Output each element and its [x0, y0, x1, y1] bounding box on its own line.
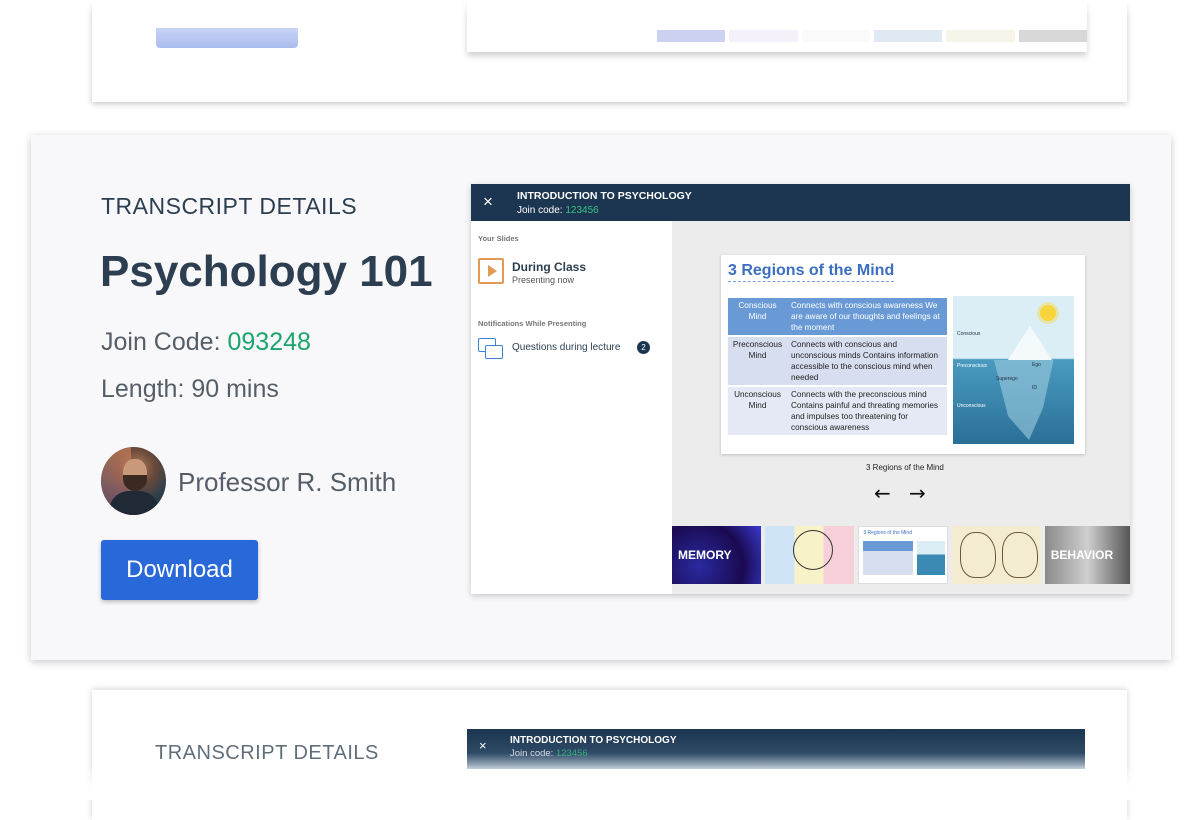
current-slide-title[interactable]: During Class: [512, 260, 586, 274]
section-label: TRANSCRIPT DETAILS: [155, 742, 379, 764]
sun-icon: [1040, 305, 1056, 321]
table-row: Conscious Mind Connects with conscious a…: [728, 298, 947, 335]
iceberg-label: Preconscious: [957, 363, 988, 369]
slide-caption: 3 Regions of the Mind: [866, 463, 944, 472]
presenter-sidebar: Your Slides During Class Presenting now …: [471, 221, 672, 594]
region-cell: Conscious Mind: [728, 298, 787, 335]
regions-table: Conscious Mind Connects with conscious a…: [728, 296, 947, 437]
presentation-title: INTRODUCTION TO PSYCHOLOGY: [517, 190, 692, 202]
iceberg-label: Superego: [996, 376, 1018, 382]
join-code-label: Join Code:: [101, 328, 221, 356]
presenter-join-value: 123456: [565, 205, 599, 216]
chat-bubbles-icon[interactable]: [478, 338, 504, 362]
thumbnail-label: 3 Regions of the Mind: [863, 530, 912, 536]
avatar: [101, 447, 166, 515]
professor-name: Professor R. Smith: [178, 467, 397, 497]
length-text: Length: 90 mins: [101, 375, 279, 403]
close-icon[interactable]: ×: [479, 738, 487, 753]
close-icon[interactable]: ×: [483, 192, 493, 212]
description-cell: Connects with conscious awareness We are…: [787, 298, 947, 335]
thumbnail-memory[interactable]: MEMORY: [672, 526, 762, 584]
notifications-heading: Notifications While Presenting: [478, 319, 587, 328]
iceberg-illustration: Conscious Preconscious Ego Superego ID U…: [953, 296, 1074, 444]
thumbnail-label: BEHAVIOR: [1050, 548, 1114, 562]
iceberg-label: Unconscious: [957, 403, 986, 409]
download-button[interactable]: Download: [101, 540, 258, 600]
presenter-header: × INTRODUCTION TO PSYCHOLOGY Join code: …: [471, 184, 1130, 221]
description-cell: Connects with conscious and unconscious …: [787, 337, 947, 385]
course-title: Psychology 101: [100, 247, 433, 296]
thumbnail-strip-partial: [657, 30, 1087, 42]
join-code-row: Join Code: 093248: [101, 328, 311, 357]
presenter-join-code: Join code: 123456: [517, 205, 599, 216]
slides-heading: Your Slides: [478, 234, 519, 243]
thumbnail-behavior[interactable]: BEHAVIOR: [1044, 526, 1130, 584]
table-row: Unconscious Mind Connects with the preco…: [728, 387, 947, 435]
next-transcript-card: TRANSCRIPT DETAILS × INTRODUCTION TO PSY…: [92, 690, 1127, 820]
thumbnail-phrenology[interactable]: [951, 526, 1041, 584]
presenter-join-label: Join code:: [517, 205, 563, 216]
download-button-partial[interactable]: [156, 28, 298, 48]
next-arrow-icon[interactable]: →: [909, 481, 926, 505]
presenter-join-value: 123456: [555, 748, 588, 759]
current-slide-status: Presenting now: [512, 275, 575, 285]
notification-label[interactable]: Questions during lecture: [512, 342, 620, 353]
join-code-value: 093248: [227, 328, 311, 356]
thumbnail-diagram[interactable]: [765, 526, 855, 584]
iceberg-label: ID: [1032, 385, 1037, 391]
region-cell: Preconscious Mind: [728, 337, 787, 385]
bottom-fade: [0, 765, 1200, 800]
current-slide: 3 Regions of the Mind Conscious Mind Con…: [721, 255, 1085, 454]
slide-thumbnails: MEMORY 3 Regions of the Mind BEHAVIOR: [672, 526, 1130, 584]
prev-arrow-icon[interactable]: ←: [874, 481, 891, 505]
presentation-title: INTRODUCTION TO PSYCHOLOGY: [510, 735, 677, 746]
presenter-header-partial: × INTRODUCTION TO PSYCHOLOGY Join code: …: [467, 729, 1085, 769]
slide-title: 3 Regions of the Mind: [728, 262, 895, 282]
notification-count-badge: 2: [637, 341, 650, 354]
presenter-screenshot: × INTRODUCTION TO PSYCHOLOGY Join code: …: [471, 184, 1130, 594]
transcript-card: TRANSCRIPT DETAILS Psychology 101 Join C…: [31, 135, 1171, 660]
iceberg-label: Ego: [1032, 362, 1041, 368]
region-cell: Unconscious Mind: [728, 387, 787, 435]
section-label: TRANSCRIPT DETAILS: [101, 193, 358, 219]
thumbnail-label: MEMORY: [678, 548, 732, 562]
play-slide-icon[interactable]: [478, 258, 504, 284]
top-fade: [0, 0, 1200, 18]
presenter-join-label: Join code:: [510, 748, 554, 759]
iceberg-label: Conscious: [957, 331, 981, 337]
presenter-join-code: Join code: 123456: [510, 748, 588, 759]
thumbnail-regions[interactable]: 3 Regions of the Mind: [858, 526, 948, 584]
table-row: Preconscious Mind Connects with consciou…: [728, 337, 947, 385]
description-cell: Connects with the preconscious mind Cont…: [787, 387, 947, 435]
